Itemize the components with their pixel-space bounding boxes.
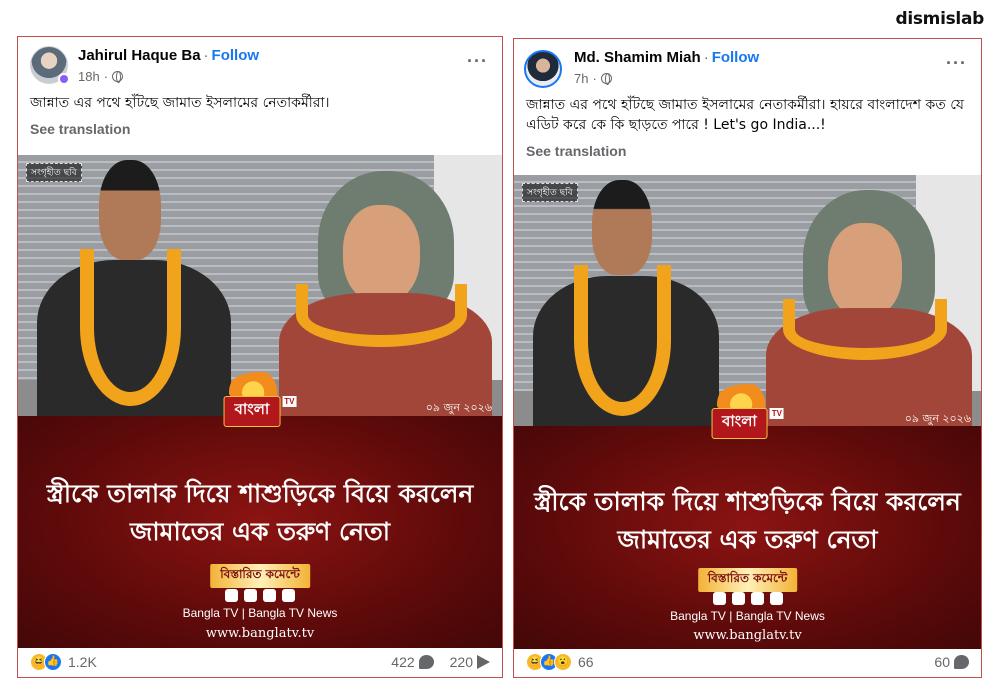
comments-count: 60 <box>934 653 950 670</box>
globe-icon <box>112 71 124 83</box>
separator-dot: · <box>203 47 209 64</box>
post-footer: 😆 👍 1.2K 422 220 <box>18 646 502 677</box>
instagram-icon <box>263 588 276 602</box>
youtube-icon <box>769 592 783 606</box>
tiktok-icon <box>731 592 745 606</box>
headline-line-1: স্ত্রীকে তালাক দিয়ে শাশুড়িকে বিয়ে করল… <box>534 487 961 517</box>
comments-stat[interactable]: 422 <box>391 653 434 670</box>
post-caption: জান্নাত এর পথে হাঁটছে জামাত ইসলামের নেতা… <box>526 97 964 133</box>
author-line: Md. Shamim Miah · Follow <box>574 49 759 66</box>
more-options-icon[interactable]: ··· <box>467 51 488 72</box>
wow-icon: 😮 <box>554 652 572 671</box>
details-in-comment-label: বিস্তারিত কমেন্টে <box>210 564 310 589</box>
details-in-comment-label: বিস্তারিত কমেন্টে <box>697 568 798 593</box>
shares-count: 220 <box>449 653 473 670</box>
woman-figure <box>279 170 493 417</box>
author-name[interactable]: Md. Shamim Miah <box>574 49 701 66</box>
reactions[interactable]: 😆 👍 1.2K <box>30 652 97 671</box>
post-time[interactable]: 18h <box>78 69 100 84</box>
more-options-icon[interactable]: ··· <box>946 53 967 74</box>
channel-name: Bangla TV | Bangla TV News <box>670 608 825 623</box>
post-time[interactable]: 7h <box>574 71 588 86</box>
social-icons <box>514 592 981 610</box>
collected-photo-tag: সংগৃহীত ছবি <box>26 163 82 182</box>
collected-photo-tag: সংগৃহীত ছবি <box>522 183 578 202</box>
see-translation-link[interactable]: See translation <box>18 113 502 137</box>
globe-icon <box>600 73 612 85</box>
news-date: ০৯ জুন ২০২৬ <box>425 401 492 415</box>
headline-line-1: স্ত্রীকে তালাক দিয়ে শাশুড়িকে বিয়ে করল… <box>46 479 474 509</box>
instagram-icon <box>750 592 764 606</box>
avatar[interactable] <box>524 50 562 88</box>
website: www.banglatv.tv <box>693 627 802 643</box>
comments-stat[interactable]: 60 <box>934 654 969 670</box>
author-name[interactable]: Jahirul Haque Ba <box>78 47 201 64</box>
website: www.banglatv.tv <box>205 625 315 641</box>
news-date: ০৯ জুন ২০২৬ <box>904 411 971 425</box>
follow-button[interactable]: Follow <box>712 49 760 66</box>
post-meta: 7h · <box>574 71 612 86</box>
facebook-post-1: Jahirul Haque Ba · Follow 18h · ··· জান্না… <box>17 36 503 678</box>
comment-icon <box>954 654 969 669</box>
reactions-count: 1.2K <box>68 653 97 670</box>
post-caption: জান্নাত এর পথে হাঁটছে জামাত ইসলামের নেতা… <box>30 95 330 111</box>
separator-dot: · <box>592 71 597 86</box>
comments-count: 422 <box>391 653 415 670</box>
channel-name: Bangla TV | Bangla TV News <box>182 606 338 621</box>
separator-dot: · <box>103 69 109 84</box>
reactions[interactable]: 😆 👍 😮 66 <box>526 652 594 671</box>
share-icon <box>477 654 490 669</box>
status-badge <box>58 73 70 85</box>
logo-word: বাংলা <box>223 395 281 427</box>
follow-button[interactable]: Follow <box>212 47 260 64</box>
bangla-tv-logo: বাংলা TV <box>711 383 784 439</box>
bangla-tv-logo: বাংলা TV <box>223 371 297 427</box>
youtube-icon <box>282 588 295 602</box>
comment-icon <box>418 654 434 669</box>
logo-tv: TV <box>282 395 297 407</box>
logo-tv: TV <box>769 407 784 419</box>
facebook-icon <box>712 592 726 606</box>
news-headline: স্ত্রীকে তালাক দিয়ে শাশুড়িকে বিয়ে করল… <box>514 483 981 559</box>
see-translation-link[interactable]: See translation <box>514 135 981 159</box>
facebook-post-2: Md. Shamim Miah · Follow 7h · ··· জান্নাত … <box>513 38 982 678</box>
man-figure <box>532 175 720 427</box>
separator-dot: · <box>703 49 709 66</box>
man-figure <box>37 155 231 417</box>
woman-figure <box>766 190 972 427</box>
post-image[interactable]: সংগৃহীত ছবি ০৯ জুন ২০২৬ বাংলা TV স্ত্রীকে… <box>514 175 981 649</box>
author-line: Jahirul Haque Ba · Follow <box>78 47 259 64</box>
post-meta: 18h · <box>78 69 124 84</box>
reactions-count: 66 <box>578 653 594 670</box>
tiktok-icon <box>244 588 257 602</box>
headline-line-2: জামাতের এক তরুণ নেতা <box>129 517 391 547</box>
shares-stat[interactable]: 220 <box>450 654 490 670</box>
news-headline: স্ত্রীকে তালাক দিয়ে শাশুড়িকে বিয়ে করল… <box>18 475 502 551</box>
post-footer: 😆 👍 😮 66 60 <box>514 646 981 677</box>
like-icon: 👍 <box>44 652 62 671</box>
post-image[interactable]: সংগৃহীত ছবি ০৯ জুন ২০২৬ বাংলা TV স্ত্রীকে… <box>18 155 502 648</box>
logo-word: বাংলা <box>711 407 768 439</box>
post-header: Md. Shamim Miah · Follow 7h · ··· <box>514 39 981 95</box>
brand-logo: dismislab <box>895 9 984 29</box>
facebook-icon <box>225 588 238 602</box>
headline-line-2: জামাতের এক তরুণ নেতা <box>617 525 878 555</box>
social-icons <box>18 588 502 607</box>
post-header: Jahirul Haque Ba · Follow 18h · ··· <box>18 37 502 93</box>
